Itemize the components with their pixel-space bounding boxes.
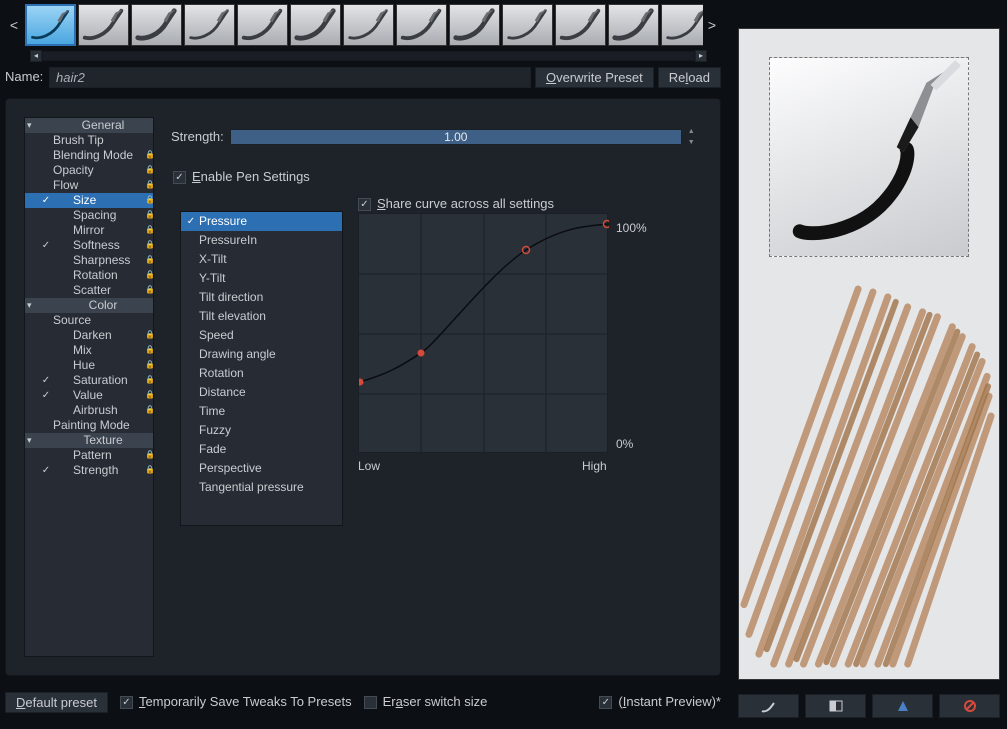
strength-row: Strength: 1.00 ▲▼ <box>171 127 698 147</box>
preset-scrollbar[interactable]: ◂ ▸ <box>30 50 707 62</box>
sensor-list: ✓PressurePressureInX-TiltY-TiltTilt dire… <box>180 211 343 526</box>
tree-header[interactable]: ▾Color <box>25 298 153 313</box>
reload-button[interactable]: Reload <box>658 67 721 88</box>
name-label: Name: <box>5 69 45 86</box>
preset-thumb[interactable] <box>555 4 606 46</box>
tree-item[interactable]: Darken🔒 <box>25 328 153 343</box>
preset-thumb[interactable] <box>25 4 76 46</box>
tree-item[interactable]: ✓Size🔒 <box>25 193 153 208</box>
preset-thumb[interactable] <box>608 4 659 46</box>
sensor-item[interactable]: Drawing angle <box>181 345 342 364</box>
sensor-item[interactable]: X-Tilt <box>181 250 342 269</box>
brush-preview <box>738 28 1000 680</box>
preset-thumb[interactable] <box>449 4 500 46</box>
preset-thumb[interactable] <box>290 4 341 46</box>
eraser-switch-checkbox[interactable]: ✓Eraser switch size <box>364 694 488 711</box>
sensor-item[interactable]: Time <box>181 402 342 421</box>
tree-item[interactable]: ✓Value🔒 <box>25 388 153 403</box>
tree-item[interactable]: Sharpness🔒 <box>25 253 153 268</box>
scroll-right-icon[interactable]: ▸ <box>695 50 707 62</box>
sensor-item[interactable]: Fade <box>181 440 342 459</box>
tree-item[interactable]: Brush Tip <box>25 133 153 148</box>
sensor-item[interactable]: PressureIn <box>181 231 342 250</box>
strength-label: Strength: <box>171 129 224 146</box>
tree-item[interactable]: Painting Mode <box>25 418 153 433</box>
default-preset-button[interactable]: Default preset <box>5 692 108 713</box>
curve-axis-low: Low <box>358 459 380 475</box>
tree-item[interactable]: Rotation🔒 <box>25 268 153 283</box>
tree-item[interactable]: Opacity🔒 <box>25 163 153 178</box>
preset-prev[interactable]: < <box>5 16 23 34</box>
preview-toolbar <box>738 694 1000 718</box>
preview-brush-button[interactable] <box>738 694 799 718</box>
enable-pen-checkbox[interactable]: ✓Enable Pen Settings <box>173 169 310 186</box>
tree-item[interactable]: Mirror🔒 <box>25 223 153 238</box>
preset-thumb[interactable] <box>502 4 553 46</box>
settings-tree: ▾GeneralBrush TipBlending Mode🔒Opacity🔒F… <box>24 117 154 657</box>
preset-thumb[interactable] <box>131 4 182 46</box>
instant-preview-checkbox[interactable]: ✓(Instant Preview)* <box>599 694 721 711</box>
preview-gradient-button[interactable] <box>872 694 933 718</box>
tree-item[interactable]: ✓Saturation🔒 <box>25 373 153 388</box>
tree-item[interactable]: Pattern🔒 <box>25 448 153 463</box>
tree-item[interactable]: Mix🔒 <box>25 343 153 358</box>
tree-item[interactable]: Spacing🔒 <box>25 208 153 223</box>
preset-next[interactable]: > <box>703 16 721 34</box>
tree-item[interactable]: Airbrush🔒 <box>25 403 153 418</box>
tree-item[interactable]: ✓Strength🔒 <box>25 463 153 478</box>
preview-clear-button[interactable] <box>939 694 1000 718</box>
preview-fill-button[interactable] <box>805 694 866 718</box>
name-input[interactable] <box>49 67 531 88</box>
sensor-item[interactable]: Tilt elevation <box>181 307 342 326</box>
strength-slider[interactable]: 1.00 <box>230 129 682 145</box>
tree-header[interactable]: ▾Texture <box>25 433 153 448</box>
sensor-item[interactable]: ✓Pressure <box>181 212 342 231</box>
scroll-left-icon[interactable]: ◂ <box>30 50 42 62</box>
sensor-item[interactable]: Distance <box>181 383 342 402</box>
tree-item[interactable]: ✓Softness🔒 <box>25 238 153 253</box>
temp-save-checkbox[interactable]: ✓Temporarily Save Tweaks To Presets <box>120 694 352 711</box>
tree-item[interactable]: Source <box>25 313 153 328</box>
sensor-item[interactable]: Rotation <box>181 364 342 383</box>
share-curve-checkbox[interactable]: ✓Share curve across all settings <box>358 196 554 213</box>
name-row: Name: Overwrite Preset Reload <box>5 66 721 88</box>
curve-axis-high: High <box>582 459 607 475</box>
sensor-item[interactable]: Speed <box>181 326 342 345</box>
editor-panel: ▾GeneralBrush TipBlending Mode🔒Opacity🔒F… <box>5 98 721 676</box>
tree-item[interactable]: Flow🔒 <box>25 178 153 193</box>
preset-thumb[interactable] <box>661 4 703 46</box>
preset-thumb[interactable] <box>396 4 447 46</box>
sensor-item[interactable]: Perspective <box>181 459 342 478</box>
overwrite-preset-button[interactable]: Overwrite Preset <box>535 67 654 88</box>
preset-thumb[interactable] <box>343 4 394 46</box>
tree-header[interactable]: ▾General <box>25 118 153 133</box>
preset-thumbs <box>23 4 703 46</box>
sensor-item[interactable]: Tangential pressure <box>181 478 342 497</box>
curve-axis-min: 0% <box>616 437 633 453</box>
curve-editor[interactable] <box>358 213 608 453</box>
preset-thumb[interactable] <box>184 4 235 46</box>
brush-stroke-preview <box>739 29 999 676</box>
curve-axis-max: 100% <box>616 221 647 237</box>
preset-thumb[interactable] <box>78 4 129 46</box>
preset-strip: < > <box>5 4 721 46</box>
bottom-bar: Default preset ✓Temporarily Save Tweaks … <box>5 692 721 713</box>
sensor-item[interactable]: Tilt direction <box>181 288 342 307</box>
sensor-item[interactable]: Y-Tilt <box>181 269 342 288</box>
tree-item[interactable]: Blending Mode🔒 <box>25 148 153 163</box>
preset-thumb[interactable] <box>237 4 288 46</box>
sensor-item[interactable]: Fuzzy <box>181 421 342 440</box>
strength-spinner[interactable]: ▲▼ <box>688 127 698 147</box>
tree-item[interactable]: Hue🔒 <box>25 358 153 373</box>
scroll-track[interactable] <box>42 51 695 61</box>
tree-item[interactable]: Scatter🔒 <box>25 283 153 298</box>
